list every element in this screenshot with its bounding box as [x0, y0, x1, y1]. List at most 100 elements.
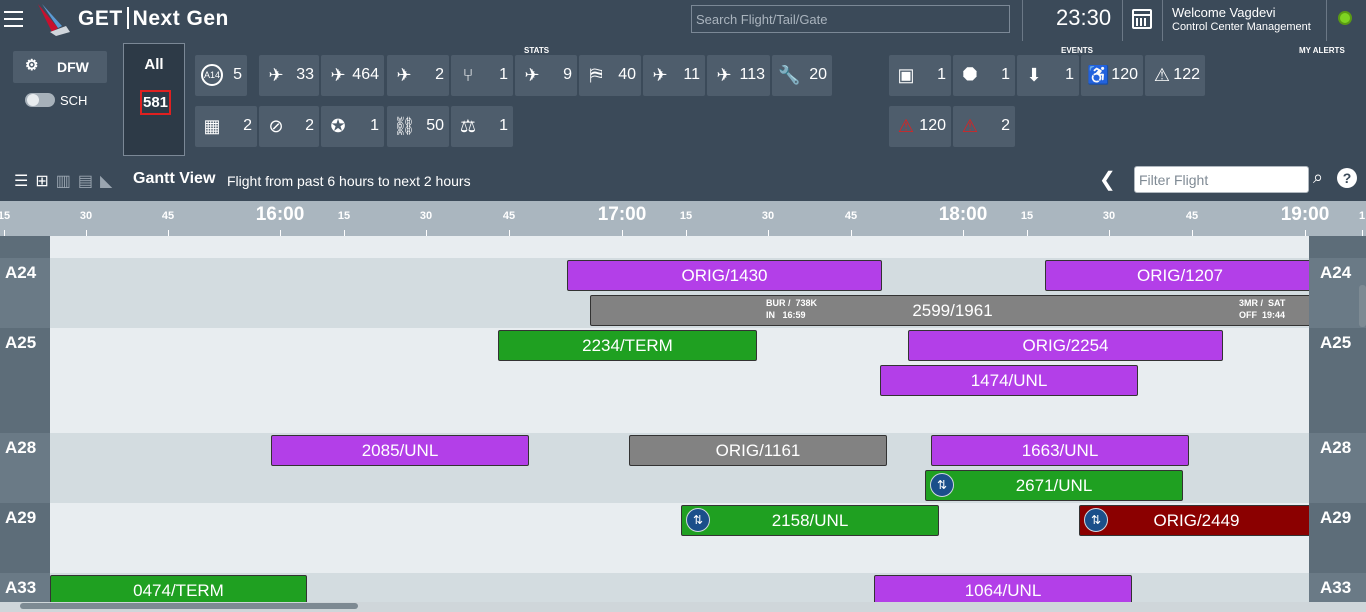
swap-icon[interactable]: ⇅ — [930, 473, 954, 497]
timeline-header: 15 30 45 16:00 15 30 45 17:00 15 30 45 18:00 15 30 45 1… — [0, 201, 1366, 236]
welcome-text: Welcome Vagdevi — [1172, 5, 1276, 20]
flight-detail: BUR / 738K — [766, 298, 818, 308]
stats-count: 113 — [739, 66, 765, 83]
flight-bar[interactable]: ORIG/1430 — [567, 260, 882, 291]
flight-bar[interactable]: ⇅ ORIG/2449 — [1079, 505, 1314, 536]
all-count: 581 — [140, 90, 171, 115]
gantt-view-icon[interactable]: ⊞ — [35, 173, 55, 190]
vertical-scrollbar[interactable] — [1359, 285, 1366, 327]
flight-label: 2599/1961 — [912, 301, 993, 320]
search-icon[interactable]: ⌕ — [1313, 167, 1323, 188]
stats-tile[interactable]: ✈ 33 — [259, 55, 319, 96]
events-tile[interactable]: ♿ 120 — [1081, 55, 1143, 96]
gate-label-right: A25 — [1309, 328, 1366, 433]
swap-icon[interactable]: ⇅ — [1084, 508, 1108, 532]
stats-tile[interactable]: 🔧 20 — [772, 55, 832, 96]
schedule-toggle[interactable] — [25, 93, 55, 107]
stats-tile[interactable]: ✪ 1 — [321, 106, 384, 147]
chevron-left-icon[interactable]: ❮ — [1099, 167, 1116, 192]
flight-bar[interactable]: ORIG/1207 — [1045, 260, 1315, 291]
flight-bar[interactable]: 0474/TERM — [50, 575, 307, 602]
on-time-icon: ✈ — [524, 65, 540, 85]
stats-tile[interactable]: ✈ 113 — [707, 55, 770, 96]
filter-flight-input[interactable]: Filter Flight — [1134, 166, 1309, 193]
stats-count: 2 — [435, 66, 444, 83]
stats-tile[interactable]: ⊘ 2 — [259, 106, 319, 147]
stats-count: 2 — [243, 117, 252, 134]
flight-label: ORIG/2449 — [1153, 511, 1240, 530]
flight-bar[interactable]: 1663/UNL — [931, 435, 1189, 466]
flight-bar[interactable]: ORIG/1161 — [629, 435, 887, 466]
flight-bar[interactable]: 2234/TERM — [498, 330, 757, 361]
timeline-tick: 45 — [502, 210, 516, 222]
list-view-icon[interactable]: ☰ — [14, 173, 35, 190]
flight-bar[interactable]: 1474/UNL — [880, 365, 1138, 396]
flight-label: 1663/UNL — [1021, 441, 1099, 460]
diversion-icon: ⑂ — [462, 65, 474, 85]
stats-count: 11 — [683, 66, 700, 83]
alerts-title: MY ALERTS — [1299, 46, 1345, 55]
aircraft-icon: ✈ — [652, 65, 668, 85]
help-icon[interactable]: ? — [1337, 168, 1357, 188]
wrench-icon: 🔧 — [778, 65, 801, 85]
timeline-tick: 30 — [761, 210, 775, 222]
stats-tile[interactable]: ▦ 2 — [195, 106, 257, 147]
flight-bar[interactable]: 2599/1961 BUR / 738K IN 16:59 3MR / SAT OFF … — [590, 295, 1315, 326]
events-title: EVENTS — [1061, 46, 1094, 55]
calendar-icon[interactable] — [1132, 9, 1152, 29]
map-view-icon[interactable]: ▤ — [78, 173, 100, 190]
events-tile[interactable]: ⚠ 122 — [1145, 55, 1205, 96]
events-tile[interactable]: ▣ 1 — [889, 55, 951, 96]
gate-lane: A29 ⇅ 2158/UNL ⇅ ORIG/2449 A29 — [0, 503, 1366, 573]
toggle-label: SCH — [60, 93, 88, 108]
gear-icon: ⚙ — [25, 57, 39, 74]
stop-icon: ⯃ — [962, 65, 978, 85]
stats-count: 20 — [809, 66, 827, 83]
timeline-tick: 19:00 — [1280, 204, 1330, 225]
events-tile[interactable]: ⚠ 2 — [953, 106, 1015, 147]
events-tile[interactable]: ⯃ 1 — [953, 55, 1015, 96]
stats-title: STATS — [524, 46, 550, 55]
stats-tile[interactable]: ✈ 464 — [321, 55, 384, 96]
station-button[interactable]: ⚙ DFW — [13, 51, 107, 83]
stats-tile[interactable]: ⛓ 50 — [387, 106, 449, 147]
tail-view-icon[interactable]: ◣ — [100, 173, 119, 190]
events-count: 1 — [1065, 66, 1074, 83]
timeline-tick: 45 — [161, 210, 175, 222]
stats-tile[interactable]: ✈ 2 — [387, 55, 449, 96]
gantt-toolbar: ☰⊞▥▤◣ Gantt View Flight from past 6 hour… — [0, 158, 1366, 201]
events-tile[interactable]: ⬇ 1 — [1017, 55, 1079, 96]
stats-tile[interactable]: ⑂ 1 — [451, 55, 513, 96]
station-code: DFW — [57, 59, 89, 75]
stats-tile[interactable]: A14 5 — [195, 55, 247, 96]
horizontal-scrollbar[interactable] — [0, 602, 1366, 612]
all-flights-filter[interactable]: All 581 — [123, 43, 185, 156]
gate-lane: A24 ORIG/1430 ORIG/1207 2599/1961 BUR / 738K… — [0, 258, 1366, 328]
flight-label: ORIG/1430 — [681, 266, 768, 285]
timeline-tick: 16:00 — [255, 204, 305, 225]
gate-lane: A25 2234/TERM ORIG/2254 1474/UNL A25 — [0, 328, 1366, 433]
flight-bar[interactable]: ⇅ 2671/UNL — [925, 470, 1183, 501]
swap-icon[interactable]: ⇅ — [686, 508, 710, 532]
timeline-tick: 15 — [337, 210, 351, 222]
warning-icon: ⚠ — [1153, 65, 1171, 85]
flight-label: 2671/UNL — [1015, 476, 1093, 495]
flight-bar[interactable]: 2085/UNL — [271, 435, 529, 466]
flight-label: 1064/UNL — [964, 581, 1042, 600]
stats-tile[interactable]: ✈ 11 — [643, 55, 705, 96]
stats-tile[interactable]: ⛿ 40 — [579, 55, 641, 96]
flight-bar[interactable]: ORIG/2254 — [908, 330, 1223, 361]
flight-bar[interactable]: 1064/UNL — [874, 575, 1132, 602]
stats-tile[interactable]: ⚖ 1 — [451, 106, 513, 147]
gate-label: A33 — [0, 573, 50, 602]
chart-view-icon[interactable]: ▥ — [56, 173, 78, 190]
stats-count: 1 — [499, 66, 508, 83]
stats-tile[interactable]: ✈ 9 — [515, 55, 577, 96]
events-tile[interactable]: ⚠ 120 — [889, 106, 951, 147]
events-count: 122 — [1173, 66, 1200, 83]
menu-icon[interactable] — [4, 11, 23, 27]
airline-logo — [38, 4, 70, 36]
flight-bar[interactable]: ⇅ 2158/UNL — [681, 505, 939, 536]
search-input[interactable]: Search Flight/Tail/Gate — [691, 5, 1010, 33]
all-label: All — [144, 56, 164, 73]
